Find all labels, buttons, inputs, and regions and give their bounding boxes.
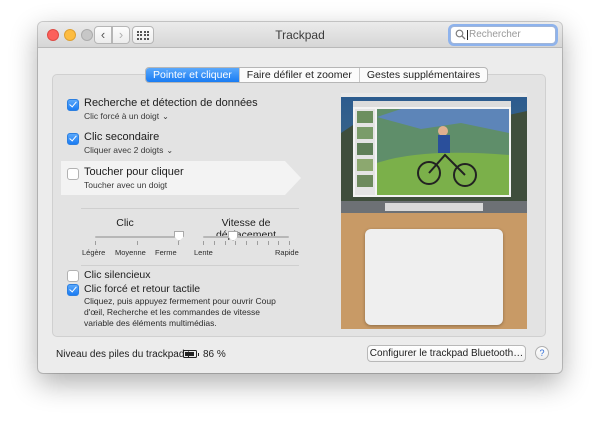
speed-tick — [213, 241, 215, 245]
silent-click-checkbox[interactable] — [67, 270, 79, 282]
speed-slider-track[interactable] — [203, 236, 289, 238]
lookup-label: Recherche et détection de données — [84, 97, 258, 109]
secondary-click-label: Clic secondaire — [84, 131, 160, 143]
lookup-gesture-menu[interactable]: Clic forcé à un doigt ⌄ — [84, 111, 169, 121]
divider — [81, 265, 299, 266]
show-all-button[interactable] — [132, 26, 154, 44]
click-label-firm: Ferme — [155, 248, 177, 257]
secondary-click-value: Cliquer avec 2 doigts — [84, 145, 164, 155]
speed-tick — [203, 241, 204, 245]
chevron-down-icon: ⌄ — [162, 112, 169, 121]
lookup-gesture-value: Clic forcé à un doigt — [84, 111, 160, 121]
speed-tick — [289, 241, 290, 245]
preview-screen-image — [341, 93, 527, 213]
configure-bluetooth-trackpad-button[interactable]: Configurer le trackpad Bluetooth… — [367, 345, 526, 362]
battery-percent: 86 % — [203, 349, 226, 360]
tab-bar: Pointer et cliquer Faire défiler et zoom… — [145, 67, 489, 83]
tab-pointer-click[interactable]: Pointer et cliquer — [146, 68, 239, 82]
window-title: Trackpad — [275, 28, 325, 42]
click-slider-thumb[interactable] — [174, 231, 184, 241]
forward-button[interactable]: › — [112, 26, 130, 44]
force-click-checkbox[interactable] — [67, 284, 79, 296]
speed-tick — [246, 241, 247, 245]
click-tick — [178, 241, 179, 245]
force-click-description: Cliquez, puis appuyez fermement pour ouv… — [84, 296, 276, 328]
minimize-window-button[interactable] — [64, 29, 76, 41]
speed-tick — [235, 241, 237, 245]
speed-tick — [278, 241, 280, 245]
tap-to-click-sub: Toucher avec un doigt — [84, 180, 168, 190]
titlebar: ‹ › Trackpad Rechercher — [38, 22, 562, 48]
speed-label-slow: Lente — [194, 248, 213, 257]
lookup-checkbox[interactable] — [67, 99, 79, 111]
highlight-pointer — [285, 161, 301, 195]
silent-click-label: Clic silencieux — [84, 269, 151, 281]
click-slider-title: Clic — [116, 217, 134, 229]
tab-scroll-zoom[interactable]: Faire défiler et zoomer — [238, 68, 359, 82]
help-button[interactable]: ? — [535, 346, 549, 360]
click-label-light: Légère — [82, 248, 106, 257]
close-window-button[interactable] — [47, 29, 59, 41]
search-icon — [455, 29, 466, 40]
text-caret — [467, 30, 468, 40]
speed-tick — [224, 241, 226, 245]
speed-label-fast: Rapide — [275, 248, 299, 257]
back-button[interactable]: ‹ — [94, 26, 112, 44]
gesture-preview — [341, 93, 527, 329]
chevron-left-icon: ‹ — [100, 27, 106, 42]
tap-to-click-checkbox[interactable] — [67, 168, 79, 180]
secondary-click-checkbox[interactable] — [67, 133, 79, 145]
chevron-right-icon: › — [118, 27, 124, 42]
click-slider-track[interactable] — [95, 236, 179, 238]
search-placeholder: Rechercher — [469, 29, 521, 40]
secondary-click-menu[interactable]: Cliquer avec 2 doigts ⌄ — [84, 145, 173, 155]
preferences-window: ‹ › Trackpad Rechercher Pointer et cliqu… — [38, 22, 562, 373]
zoom-window-button[interactable] — [81, 29, 93, 41]
battery-label: Niveau des piles du trackpad : — [56, 349, 190, 360]
trackpad-illustration — [365, 229, 503, 325]
chevron-down-icon: ⌄ — [166, 146, 174, 155]
tab-more-gestures[interactable]: Gestes supplémentaires — [358, 68, 487, 82]
click-tick — [95, 241, 96, 245]
battery-icon — [183, 350, 199, 358]
speed-tick — [256, 241, 258, 245]
speed-tick — [267, 241, 269, 245]
force-click-label: Clic forcé et retour tactile — [84, 283, 201, 295]
search-field[interactable]: Rechercher — [450, 26, 556, 44]
settings-panel: Recherche et détection de données Clic f… — [52, 74, 546, 337]
click-label-medium: Moyenne — [115, 248, 146, 257]
tap-to-click-label: Toucher pour cliquer — [84, 166, 184, 178]
divider — [81, 208, 299, 209]
click-tick — [137, 241, 138, 245]
